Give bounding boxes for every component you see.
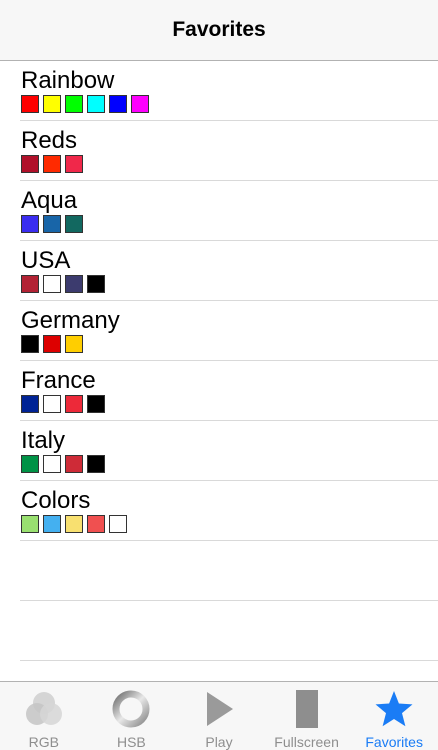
color-swatch (131, 95, 149, 113)
hsb-ring-icon (111, 689, 151, 729)
color-swatch (43, 155, 61, 173)
favorite-item-reds[interactable]: Reds (20, 121, 438, 181)
color-swatch (21, 155, 39, 173)
favorite-name: Colors (21, 487, 91, 514)
color-swatch (65, 215, 83, 233)
tab-label: Favorites (365, 734, 423, 750)
swatch-group (21, 455, 109, 473)
color-swatch (43, 275, 61, 293)
tab-label: HSB (116, 734, 146, 750)
swatch-group (21, 275, 109, 293)
color-swatch (87, 95, 105, 113)
color-swatch (21, 275, 39, 293)
color-swatch (109, 95, 127, 113)
favorite-item-italy[interactable]: Italy (20, 421, 438, 481)
color-swatch (43, 95, 61, 113)
swatch-group (21, 155, 87, 173)
favorite-item-usa[interactable]: USA (20, 241, 438, 301)
favorite-name: Aqua (21, 187, 78, 214)
color-swatch (21, 395, 39, 413)
color-swatch (43, 335, 61, 353)
color-swatch (65, 395, 83, 413)
color-swatch (21, 95, 39, 113)
favorite-name: USA (21, 247, 71, 274)
favorite-name: Germany (21, 307, 120, 334)
favorite-item-germany[interactable]: Germany (20, 301, 438, 361)
star-icon (374, 689, 414, 729)
favorite-name: Reds (21, 127, 78, 154)
color-swatch (65, 515, 83, 533)
navigation-bar: Favorites (0, 0, 438, 61)
favorite-name: Italy (21, 427, 66, 454)
tab-hsb[interactable]: HSB (88, 682, 176, 750)
swatch-group (21, 95, 153, 113)
favorite-item-aqua[interactable]: Aqua (20, 181, 438, 241)
color-swatch (21, 515, 39, 533)
favorite-item-colors[interactable]: Colors (20, 481, 438, 541)
color-swatch (43, 395, 61, 413)
favorites-list: Rainbow Reds Aqua USA Germany France Ita… (0, 61, 438, 661)
tab-play[interactable]: Play (175, 682, 263, 750)
swatch-group (21, 395, 109, 413)
color-swatch (43, 515, 61, 533)
tab-bar: RGB HSB Play Fullscreen Favorites (0, 681, 438, 750)
swatch-group (21, 515, 131, 533)
favorite-name: Rainbow (21, 67, 115, 94)
color-swatch (65, 455, 83, 473)
swatch-group (21, 335, 87, 353)
color-swatch (21, 335, 39, 353)
rgb-circles-icon (24, 689, 64, 729)
fullscreen-icon (287, 689, 327, 729)
color-swatch (21, 455, 39, 473)
color-swatch (65, 155, 83, 173)
empty-row (20, 541, 438, 601)
tab-fullscreen[interactable]: Fullscreen (263, 682, 351, 750)
play-icon (199, 689, 239, 729)
color-swatch (87, 395, 105, 413)
tab-label: RGB (28, 734, 59, 750)
color-swatch (43, 215, 61, 233)
favorite-name: France (21, 367, 96, 394)
color-swatch (87, 455, 105, 473)
empty-row (20, 601, 438, 661)
color-swatch (65, 95, 83, 113)
color-swatch (87, 515, 105, 533)
color-swatch (65, 275, 83, 293)
color-swatch (21, 215, 39, 233)
favorite-item-france[interactable]: France (20, 361, 438, 421)
tab-favorites[interactable]: Favorites (350, 682, 438, 750)
color-swatch (65, 335, 83, 353)
tab-label: Fullscreen (274, 734, 339, 750)
page-title: Favorites (172, 18, 266, 41)
color-swatch (43, 455, 61, 473)
color-swatch (109, 515, 127, 533)
color-swatch (87, 275, 105, 293)
swatch-group (21, 215, 87, 233)
tab-rgb[interactable]: RGB (0, 682, 88, 750)
favorite-item-rainbow[interactable]: Rainbow (20, 61, 438, 121)
tab-label: Play (205, 734, 233, 750)
